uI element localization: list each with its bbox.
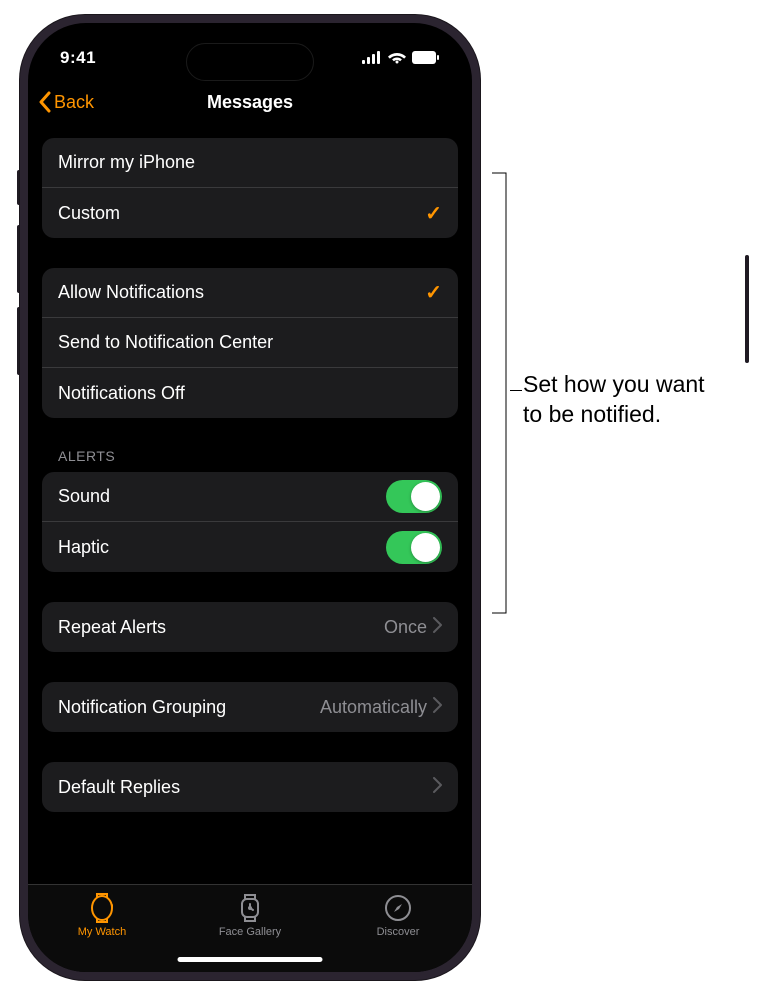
- nav-bar: Back Messages: [28, 78, 472, 126]
- notifications-off-row[interactable]: Notifications Off: [42, 368, 458, 418]
- haptic-toggle[interactable]: [386, 531, 442, 564]
- allow-notifications-row[interactable]: Allow Notifications ✓: [42, 268, 458, 318]
- chevron-left-icon: [38, 91, 52, 113]
- row-label: Notification Grouping: [58, 697, 226, 718]
- cellular-icon: [362, 51, 382, 64]
- callout-bracket: [492, 172, 510, 614]
- tab-label: My Watch: [78, 926, 127, 938]
- notification-delivery-group: Allow Notifications ✓ Send to Notificati…: [42, 268, 458, 418]
- custom-row[interactable]: Custom ✓: [42, 188, 458, 238]
- alerts-header: ALERTS: [42, 448, 458, 472]
- chevron-right-icon: [433, 777, 442, 798]
- tab-label: Face Gallery: [219, 926, 281, 938]
- row-label: Repeat Alerts: [58, 617, 166, 638]
- row-label: Send to Notification Center: [58, 332, 273, 353]
- chevron-right-icon: [433, 697, 442, 718]
- back-label: Back: [54, 92, 94, 113]
- default-replies-row[interactable]: Default Replies: [42, 762, 458, 812]
- watch-face-icon: [235, 893, 265, 923]
- alerts-group: Sound Haptic: [42, 472, 458, 572]
- callout-line: to be notified.: [523, 400, 705, 430]
- back-button[interactable]: Back: [38, 91, 94, 113]
- sound-toggle[interactable]: [386, 480, 442, 513]
- row-value: Once: [384, 617, 427, 638]
- send-notification-center-row[interactable]: Send to Notification Center: [42, 318, 458, 368]
- tab-my-watch[interactable]: My Watch: [29, 893, 176, 938]
- tab-face-gallery[interactable]: Face Gallery: [177, 893, 324, 938]
- compass-icon: [383, 893, 413, 923]
- repeat-alerts-row[interactable]: Repeat Alerts Once: [42, 602, 458, 652]
- page-title: Messages: [207, 92, 293, 113]
- row-label: Custom: [58, 203, 120, 224]
- mirror-iphone-row[interactable]: Mirror my iPhone: [42, 138, 458, 188]
- status-icons: [362, 51, 440, 64]
- notification-grouping-row[interactable]: Notification Grouping Automatically: [42, 682, 458, 732]
- haptic-row: Haptic: [42, 522, 458, 572]
- repeat-alerts-group: Repeat Alerts Once: [42, 602, 458, 652]
- watch-icon: [87, 893, 117, 923]
- checkmark-icon: ✓: [425, 201, 442, 226]
- callout-text: Set how you want to be notified.: [523, 370, 705, 430]
- home-indicator[interactable]: [178, 957, 323, 962]
- row-label: Haptic: [58, 537, 109, 558]
- chevron-right-icon: [433, 617, 442, 638]
- notification-mode-group: Mirror my iPhone Custom ✓: [42, 138, 458, 238]
- tab-discover[interactable]: Discover: [325, 893, 472, 938]
- row-label: Mirror my iPhone: [58, 152, 195, 173]
- default-replies-group: Default Replies: [42, 762, 458, 812]
- tab-label: Discover: [377, 926, 420, 938]
- row-label: Notifications Off: [58, 383, 185, 404]
- notification-grouping-group: Notification Grouping Automatically: [42, 682, 458, 732]
- row-label: Default Replies: [58, 777, 180, 798]
- content-area[interactable]: Mirror my iPhone Custom ✓ Allow Notifica…: [28, 126, 472, 884]
- row-value: Automatically: [320, 697, 427, 718]
- wifi-icon: [388, 51, 406, 64]
- callout-line: Set how you want: [523, 370, 705, 400]
- row-label: Sound: [58, 486, 110, 507]
- status-time: 9:41: [60, 48, 96, 68]
- row-label: Allow Notifications: [58, 282, 204, 303]
- dynamic-island: [186, 43, 314, 81]
- sound-row: Sound: [42, 472, 458, 522]
- callout-tick: [510, 390, 522, 391]
- phone-frame: 9:41 Back Messages Mirror my iPhone Cust…: [20, 15, 480, 980]
- battery-icon: [412, 51, 440, 64]
- checkmark-icon: ✓: [425, 280, 442, 305]
